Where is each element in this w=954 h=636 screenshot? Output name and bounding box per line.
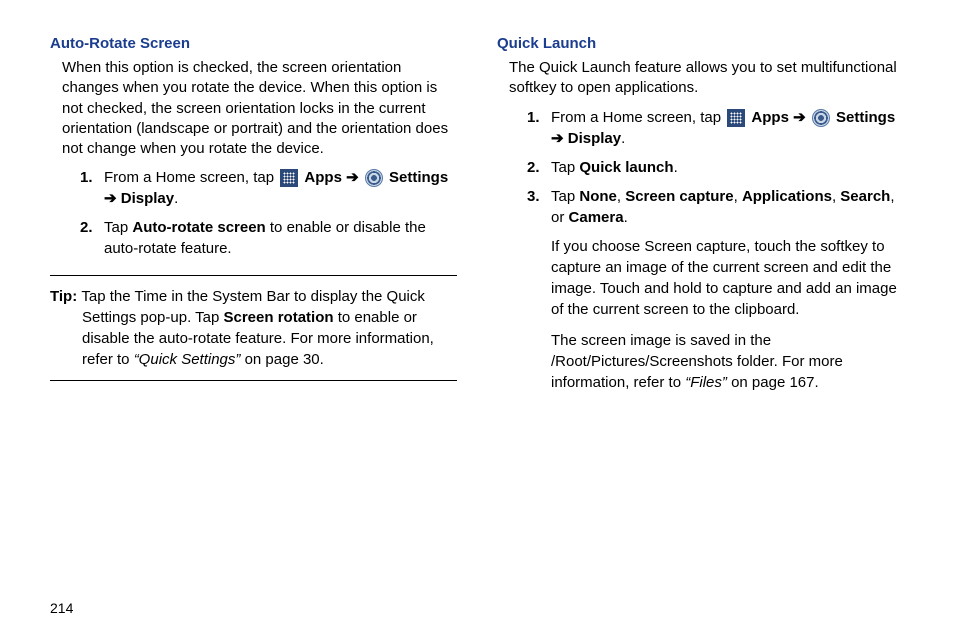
quick-launch-intro: The Quick Launch feature allows you to s… — [497, 58, 904, 99]
sub-text-2: The screen image is saved in the /Root/P… — [497, 330, 904, 393]
settings-label: Settings — [836, 109, 895, 126]
search-bold: Search — [840, 188, 890, 205]
step-text: Tap — [551, 188, 579, 205]
page-number: 214 — [50, 600, 73, 616]
step-text: Tap — [551, 159, 579, 176]
display-label: Display — [568, 130, 621, 147]
apps-label: Apps — [304, 169, 342, 186]
auto-rotate-step-2: 2. Tap Auto-rotate screen to enable or d… — [80, 217, 457, 259]
step-text: Tap — [104, 219, 132, 236]
step-number: 1. — [527, 107, 540, 128]
quick-settings-italic: “Quick Settings” — [134, 351, 245, 368]
auto-rotate-intro: When this option is checked, the screen … — [50, 58, 457, 159]
arrow-icon: ➔ — [104, 190, 121, 207]
display-label: Display — [121, 190, 174, 207]
auto-rotate-bold: Auto-rotate screen — [132, 219, 265, 236]
apps-icon — [727, 109, 745, 127]
step-text: From a Home screen, tap — [551, 109, 725, 126]
step-number: 2. — [527, 157, 540, 178]
none-bold: None — [579, 188, 617, 205]
tip-box: Tip: Tap the Time in the System Bar to d… — [50, 275, 457, 381]
comma: , — [617, 188, 625, 205]
period: . — [174, 190, 178, 207]
quick-launch-heading: Quick Launch — [497, 35, 904, 52]
right-column: Quick Launch The Quick Launch feature al… — [497, 35, 904, 403]
period: . — [624, 209, 628, 226]
page-container: Auto-Rotate Screen When this option is c… — [50, 35, 904, 403]
files-italic: “Files” — [685, 374, 731, 391]
step-number: 1. — [80, 167, 93, 188]
step-number: 3. — [527, 186, 540, 207]
period: . — [621, 130, 625, 147]
screen-capture-bold: Screen capture — [625, 188, 733, 205]
comma: , — [734, 188, 742, 205]
settings-label: Settings — [389, 169, 448, 186]
settings-icon — [812, 109, 830, 127]
arrow-icon: ➔ — [346, 169, 363, 186]
sub2-post: on page 167. — [731, 374, 819, 391]
period: . — [674, 159, 678, 176]
auto-rotate-heading: Auto-Rotate Screen — [50, 35, 457, 52]
auto-rotate-steps: 1. From a Home screen, tap Apps ➔ Settin… — [50, 167, 457, 259]
screen-rotation-bold: Screen rotation — [224, 309, 334, 326]
quick-launch-steps: 1. From a Home screen, tap Apps ➔ Settin… — [497, 107, 904, 228]
auto-rotate-step-1: 1. From a Home screen, tap Apps ➔ Settin… — [80, 167, 457, 209]
quick-launch-step-3: 3. Tap None, Screen capture, Application… — [527, 186, 904, 228]
arrow-icon: ➔ — [551, 130, 568, 147]
apps-label: Apps — [751, 109, 789, 126]
left-column: Auto-Rotate Screen When this option is c… — [50, 35, 457, 403]
arrow-icon: ➔ — [793, 109, 810, 126]
step-number: 2. — [80, 217, 93, 238]
step-text: From a Home screen, tap — [104, 169, 278, 186]
tip-text: on page 30. — [245, 351, 324, 368]
apps-icon — [280, 169, 298, 187]
camera-bold: Camera — [569, 209, 624, 226]
tip-label: Tip: — [50, 288, 81, 305]
settings-icon — [365, 169, 383, 187]
quick-launch-bold: Quick launch — [579, 159, 673, 176]
sub-text-1: If you choose Screen capture, touch the … — [497, 236, 904, 320]
quick-launch-step-1: 1. From a Home screen, tap Apps ➔ Settin… — [527, 107, 904, 149]
applications-bold: Applications — [742, 188, 832, 205]
quick-launch-step-2: 2. Tap Quick launch. — [527, 157, 904, 178]
